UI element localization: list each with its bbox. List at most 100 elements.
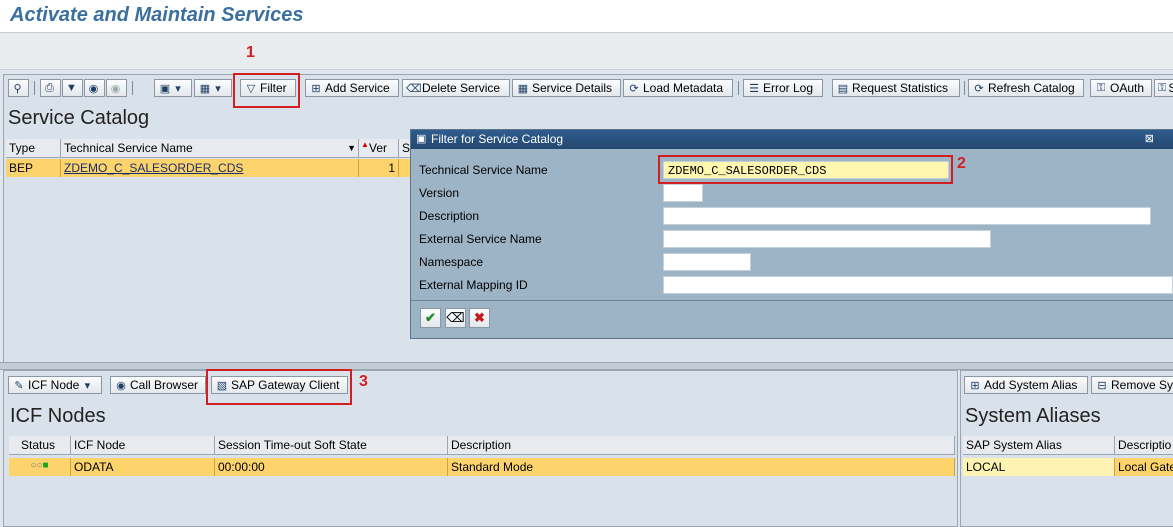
column-header-type[interactable]: Type: [6, 139, 61, 158]
refresh-icon: ⟳: [629, 82, 639, 95]
add-service-button[interactable]: ⊞ Add Service: [305, 79, 399, 97]
layout-button[interactable]: ▦ ▾: [194, 79, 232, 97]
title-bar: Activate and Maintain Services: [0, 0, 1173, 33]
column-header-status[interactable]: Status: [9, 436, 71, 455]
pencil-icon: ✎: [14, 379, 24, 392]
catalog-toolbar: ⚲ ⎙ ▼ ◉ ◉ ▣ ▾ ▦ ▾ ▽ Filter ⊞ Add Service ⌫ De…: [4, 76, 1173, 100]
page-title: Activate and Maintain Services: [10, 4, 304, 26]
table-cell-system-alias[interactable]: LOCAL: [963, 458, 1115, 476]
external-mapping-id-field[interactable]: [663, 276, 1173, 294]
toolbar-separator: [738, 81, 739, 95]
remove-system-alias-label: Remove Sy: [1111, 378, 1173, 392]
field-label-namespace: Namespace: [419, 255, 484, 269]
icf-node-label: ICF Node: [28, 378, 80, 392]
field-label-external-service-name: External Service Name: [419, 232, 542, 246]
table-cell-session-timeout[interactable]: 00:00:00: [215, 458, 448, 476]
browser-icon: ◉: [116, 379, 126, 392]
application-toolbar-strip: [0, 33, 1173, 70]
field-label-external-mapping-id: External Mapping ID: [419, 278, 528, 292]
trash-icon: ⌫: [446, 310, 465, 325]
status-light-icon: ○○■: [30, 460, 49, 471]
column-header-version[interactable]: ▲ Ver: [359, 139, 399, 158]
column-header-technical-service-name[interactable]: Technical Service Name ▼: [61, 139, 359, 158]
remove-system-alias-button[interactable]: ⊟ Remove Sy: [1091, 376, 1173, 394]
version-field[interactable]: [663, 184, 703, 202]
column-header-alias-description[interactable]: Descriptio: [1115, 436, 1173, 455]
cancel-button[interactable]: ✖: [469, 308, 490, 328]
find-button[interactable]: ◉: [84, 79, 105, 97]
column-header-description[interactable]: Description: [448, 436, 955, 455]
field-label-description: Description: [419, 209, 480, 223]
error-log-button[interactable]: ☰ Error Log: [743, 79, 823, 97]
toolbar-separator: [132, 81, 133, 95]
printer-icon: ⎙: [45, 81, 54, 94]
checkmark-icon: ✔: [425, 310, 436, 325]
table-cell-alias-description[interactable]: Local Gate: [1115, 458, 1173, 476]
binoculars-next-icon: ◉: [110, 82, 121, 95]
description-field[interactable]: [663, 207, 1151, 225]
table-cell-description[interactable]: Standard Mode: [448, 458, 955, 476]
icf-toolbar: ✎ ICF Node ▾ ◉ Call Browser ▧ SAP Gateway Cl…: [4, 373, 957, 397]
key-icon: ⚿: [1158, 81, 1167, 94]
icf-nodes-title: ICF Nodes: [10, 405, 106, 427]
toolbar-separator: [964, 81, 965, 95]
system-aliases-title: System Aliases: [965, 405, 1101, 427]
oauth-label: OAuth: [1110, 81, 1145, 95]
table-cell-service-name-link[interactable]: ZDEMO_C_SALESORDER_CDS: [61, 159, 359, 177]
annotation-box-technical-service-name: [658, 155, 953, 184]
refresh-icon: ⟳: [974, 82, 984, 95]
statistics-icon: ▤: [837, 82, 849, 95]
sort-up-icon: ▲: [361, 140, 369, 149]
call-browser-label: Call Browser: [130, 378, 199, 392]
toolbar-separator: [34, 81, 35, 95]
annotation-box-gateway-client: [206, 369, 352, 405]
table-cell-type[interactable]: BEP: [6, 159, 61, 177]
export-icon: ▣: [159, 82, 171, 95]
annotation-number-1: 1: [246, 44, 255, 61]
column-header-icf-node[interactable]: ICF Node: [71, 436, 215, 455]
load-metadata-button[interactable]: ⟳ Load Metadata: [623, 79, 733, 97]
call-browser-button[interactable]: ◉ Call Browser: [110, 376, 206, 394]
find-next-button[interactable]: ◉: [106, 79, 127, 97]
print-button[interactable]: ⎙: [40, 79, 61, 97]
namespace-field[interactable]: [663, 253, 751, 271]
dialog-icon: ▣: [416, 133, 427, 145]
icf-node-button[interactable]: ✎ ICF Node ▾: [8, 376, 102, 394]
add-system-alias-button[interactable]: ⊞ Add System Alias: [964, 376, 1088, 394]
table-cell-status[interactable]: ○○■: [9, 458, 71, 476]
export-button[interactable]: ▣ ▾: [154, 79, 192, 97]
table-cell-version[interactable]: 1: [359, 159, 399, 177]
oauth-button[interactable]: ⚿ OAuth: [1090, 79, 1152, 97]
trash-icon: ⌫: [406, 82, 422, 95]
pane-splitter[interactable]: [0, 362, 1173, 370]
column-header-label: Technical Service Name: [64, 141, 193, 155]
more-label: S: [1168, 81, 1173, 95]
delete-service-label: Delete Service: [422, 81, 501, 95]
close-icon: ✖: [474, 310, 485, 325]
delete-criteria-button[interactable]: ⌫: [445, 308, 466, 328]
detail-button[interactable]: ⚲: [8, 79, 29, 97]
funnel-icon: ▼: [66, 82, 77, 94]
key-icon: ⚿: [1096, 81, 1106, 94]
external-service-name-field[interactable]: [663, 230, 991, 248]
set-filter-button[interactable]: ▼: [62, 79, 83, 97]
more-button[interactable]: ⚿ S: [1154, 79, 1173, 97]
column-header-session-timeout[interactable]: Session Time-out Soft State: [215, 436, 448, 455]
icf-nodes-pane: ✎ ICF Node ▾ ◉ Call Browser ▧ SAP Gateway Cl…: [3, 370, 958, 527]
add-service-label: Add Service: [325, 81, 390, 95]
column-header-system-alias[interactable]: SAP System Alias: [963, 436, 1115, 455]
load-metadata-label: Load Metadata: [643, 81, 724, 95]
request-statistics-button[interactable]: ▤ Request Statistics: [832, 79, 960, 97]
table-cell-icf-node[interactable]: ODATA: [71, 458, 215, 476]
add-icon: ⊞: [311, 82, 321, 95]
confirm-button[interactable]: ✔: [420, 308, 441, 328]
dropdown-icon: ▾: [84, 379, 91, 392]
service-details-button[interactable]: ▦ Service Details: [512, 79, 621, 97]
close-icon[interactable]: ⊠: [1145, 132, 1154, 145]
annotation-box-filter: [233, 73, 300, 108]
dialog-title-bar[interactable]: ▣ Filter for Service Catalog ⊠: [411, 130, 1173, 149]
refresh-catalog-button[interactable]: ⟳ Refresh Catalog: [968, 79, 1084, 97]
dropdown-icon: ▾: [175, 82, 181, 95]
field-label-technical-service-name: Technical Service Name: [419, 163, 548, 177]
delete-service-button[interactable]: ⌫ Delete Service: [402, 79, 510, 97]
